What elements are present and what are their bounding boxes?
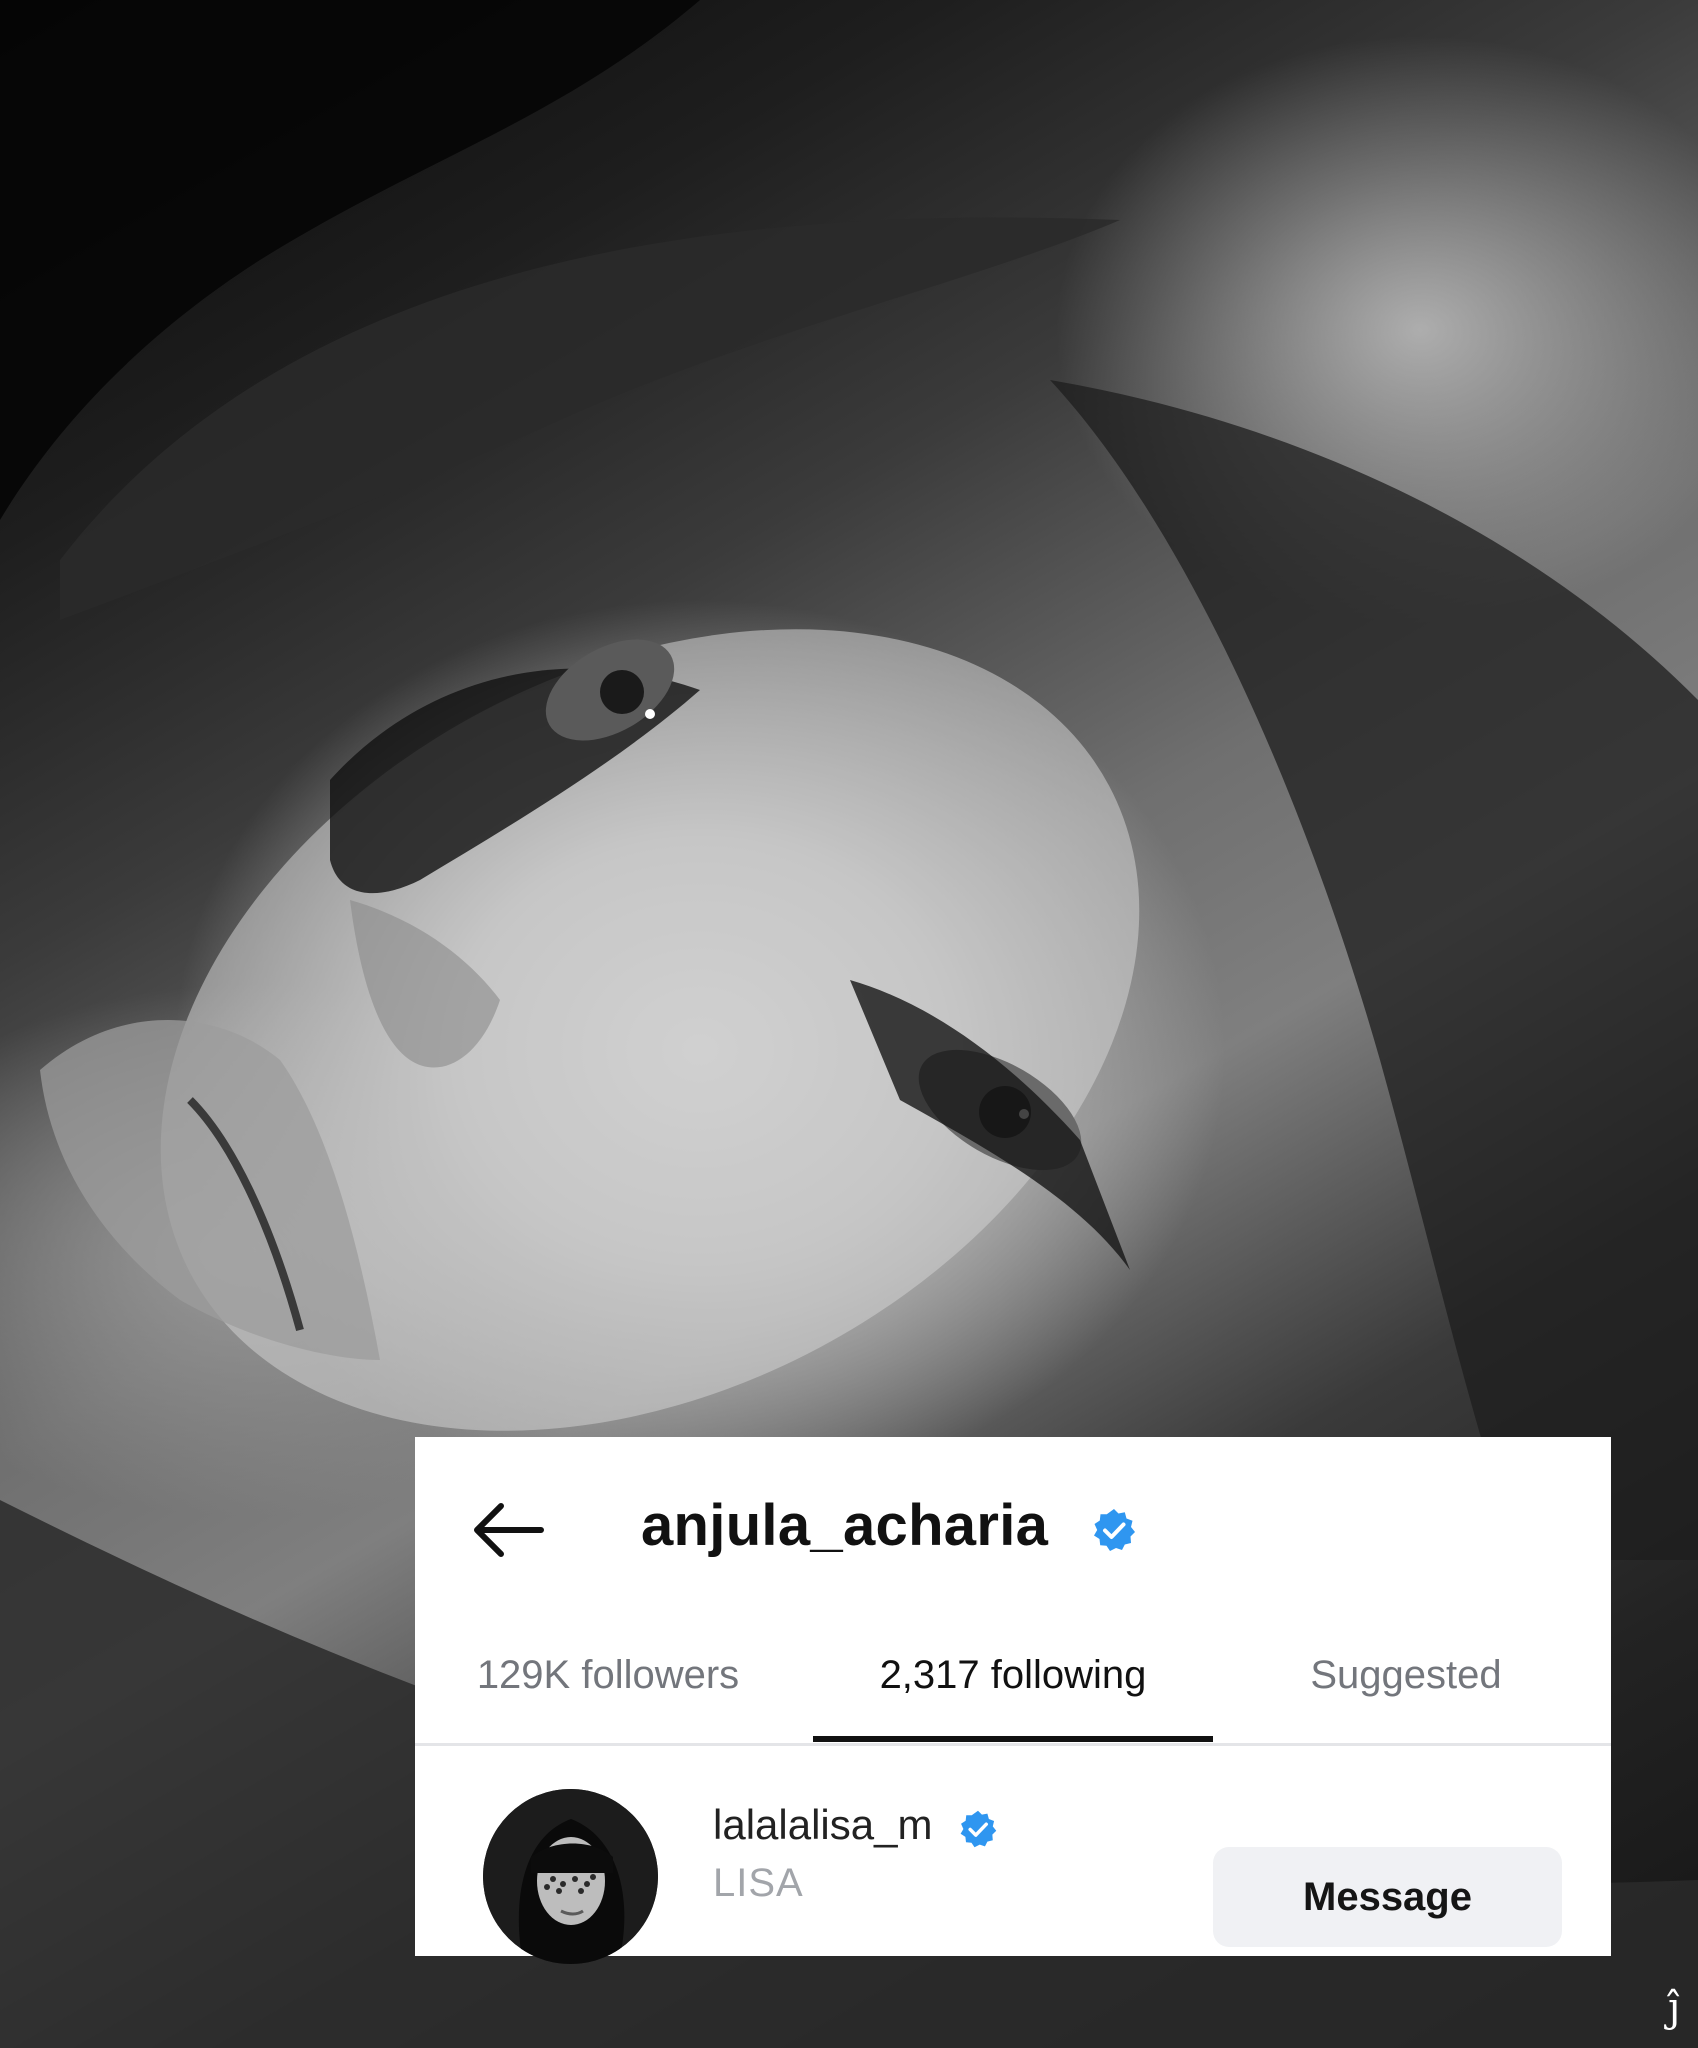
list-item-username[interactable]: lalalalisa_m bbox=[713, 1793, 932, 1857]
connections-tabs: 129K followers 2,317 following Suggested bbox=[415, 1627, 1611, 1767]
tab-followers[interactable]: 129K followers bbox=[453, 1627, 763, 1723]
verified-badge-icon bbox=[1094, 1509, 1135, 1551]
arrow-left-icon bbox=[474, 1503, 544, 1557]
avatar[interactable] bbox=[483, 1789, 658, 1964]
message-button[interactable]: Message bbox=[1213, 1847, 1562, 1947]
tab-suggested[interactable]: Suggested bbox=[1261, 1627, 1551, 1723]
active-tab-indicator bbox=[813, 1736, 1213, 1742]
tabs-divider bbox=[415, 1743, 1611, 1746]
profile-header: anjula_acharia bbox=[415, 1437, 1611, 1587]
avatar-image bbox=[483, 1789, 658, 1964]
verified-badge-icon bbox=[960, 1810, 997, 1848]
back-button[interactable] bbox=[467, 1497, 547, 1563]
following-list-panel: anjula_acharia 129K followers 2,317 foll… bbox=[415, 1437, 1611, 1964]
profile-username: anjula_acharia bbox=[641, 1493, 1049, 1558]
tab-following[interactable]: 2,317 following bbox=[833, 1627, 1193, 1723]
list-item[interactable]: lalalalisa_m LISA Message bbox=[415, 1757, 1611, 1964]
list-item-display-name: LISA bbox=[713, 1861, 804, 1905]
watermark-mark: ĵ bbox=[1668, 1985, 1681, 2031]
